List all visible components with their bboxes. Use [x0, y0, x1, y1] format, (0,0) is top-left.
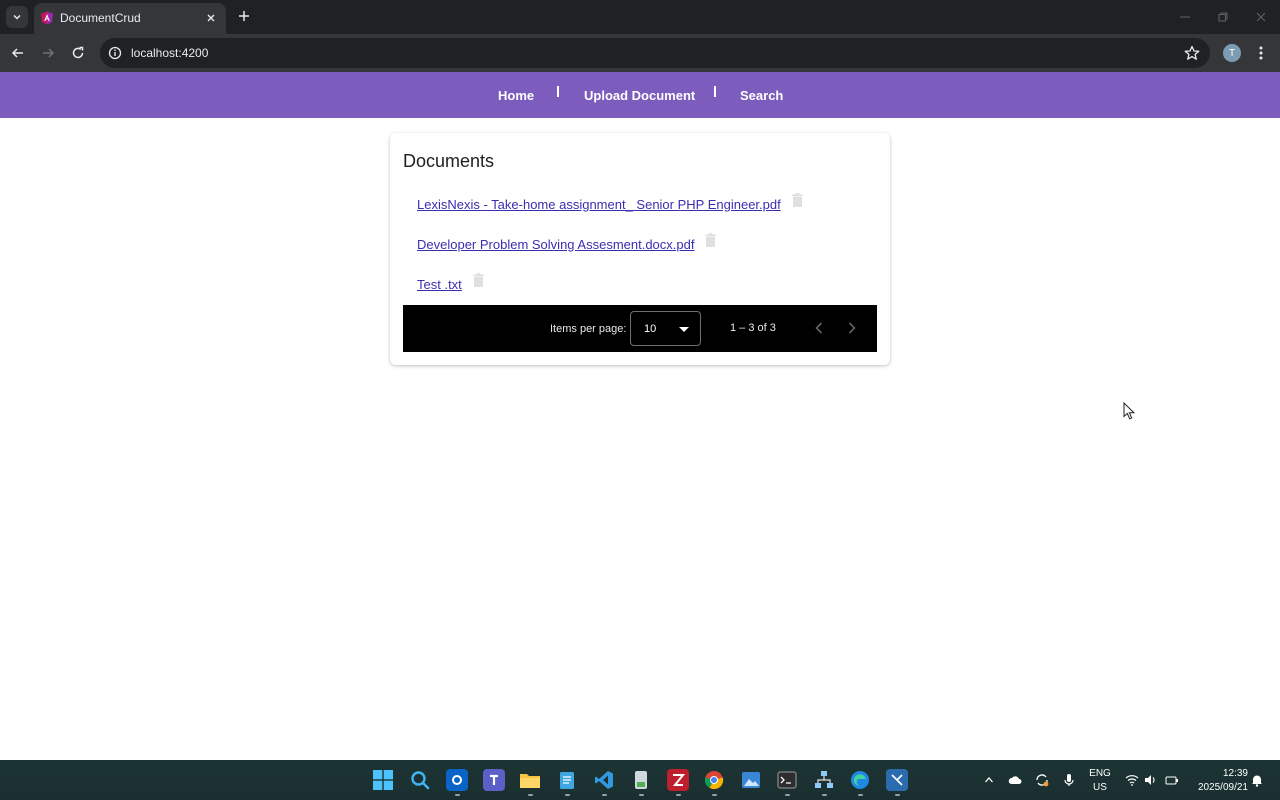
- close-window-button[interactable]: [1242, 0, 1280, 34]
- clock-date: 2025/09/21: [1197, 782, 1248, 793]
- windows-start-icon[interactable]: [372, 769, 394, 791]
- minimize-button[interactable]: [1166, 0, 1204, 34]
- tab-search-button[interactable]: [6, 6, 28, 28]
- network-app-icon[interactable]: [813, 769, 835, 791]
- documents-card: Documents LexisNexis - Take-home assignm…: [390, 133, 890, 365]
- plus-icon: [239, 11, 249, 21]
- profile-avatar[interactable]: T: [1223, 44, 1241, 62]
- document-link[interactable]: LexisNexis - Take-home assignment_ Senio…: [417, 197, 781, 212]
- angular-logo-icon: [41, 11, 53, 25]
- document-link[interactable]: Developer Problem Solving Assesment.docx…: [417, 237, 694, 252]
- running-indicator: [895, 794, 900, 796]
- search-icon[interactable]: [409, 769, 431, 791]
- back-button[interactable]: [7, 42, 29, 64]
- vscode-icon[interactable]: [593, 769, 615, 791]
- battery-icon[interactable]: [1165, 773, 1179, 787]
- app-navbar: Home Upload Document Search: [0, 72, 1280, 118]
- browser-menu-button[interactable]: [1252, 42, 1270, 64]
- running-indicator: [712, 794, 717, 796]
- bookmark-star-icon[interactable]: [1184, 45, 1200, 61]
- photos-icon[interactable]: [740, 769, 762, 791]
- new-tab-button[interactable]: [234, 6, 254, 26]
- running-indicator: [822, 794, 827, 796]
- document-link[interactable]: Test .txt: [417, 277, 462, 292]
- remote-desktop-icon[interactable]: [886, 769, 908, 791]
- notification-bell-icon[interactable]: [1250, 773, 1264, 787]
- volume-icon[interactable]: [1144, 773, 1158, 787]
- file-explorer-icon[interactable]: [519, 769, 541, 791]
- dropdown-arrow-icon: [679, 327, 689, 332]
- tab-title: DocumentCrud: [60, 11, 141, 25]
- running-indicator: [565, 794, 570, 796]
- browser-tab-active[interactable]: DocumentCrud: [34, 3, 226, 34]
- running-indicator: [602, 794, 607, 796]
- items-per-page-label: Items per page:: [550, 323, 627, 335]
- paginator: Items per page: 10 1 – 3 of 3: [403, 305, 877, 352]
- running-indicator: [639, 794, 644, 796]
- mouse-cursor-icon: [1123, 402, 1135, 420]
- minimize-icon: [1180, 16, 1190, 18]
- trash-icon[interactable]: [472, 273, 484, 287]
- items-per-page-select[interactable]: 10: [630, 311, 701, 346]
- wifi-icon[interactable]: [1125, 773, 1139, 787]
- sync-icon[interactable]: [1035, 773, 1049, 787]
- outlook-icon[interactable]: [446, 769, 468, 791]
- onedrive-cloud-icon[interactable]: [1008, 773, 1022, 787]
- forward-button[interactable]: [37, 42, 59, 64]
- close-icon: [207, 14, 215, 22]
- close-icon: [1256, 12, 1266, 22]
- address-url: localhost:4200: [131, 46, 209, 60]
- chevron-left-icon: [815, 322, 823, 334]
- running-indicator: [528, 794, 533, 796]
- previous-page-button[interactable]: [811, 320, 827, 336]
- nav-link-upload-document[interactable]: Upload Document: [584, 88, 695, 103]
- next-page-button[interactable]: [844, 320, 860, 336]
- nav-link-home[interactable]: Home: [498, 88, 534, 103]
- chrome-icon[interactable]: [703, 769, 725, 791]
- chevron-up-icon[interactable]: [982, 773, 996, 787]
- chevron-down-icon: [13, 14, 21, 20]
- address-bar[interactable]: localhost:4200: [100, 38, 1210, 68]
- teams-icon[interactable]: [483, 769, 505, 791]
- nav-link-search[interactable]: Search: [740, 88, 783, 103]
- restore-button[interactable]: [1204, 0, 1242, 34]
- edge-icon[interactable]: [849, 769, 871, 791]
- nav-divider: [714, 86, 716, 97]
- card-title: Documents: [403, 151, 495, 171]
- terminal-icon[interactable]: [776, 769, 798, 791]
- reload-button[interactable]: [67, 42, 89, 64]
- restore-icon: [1218, 12, 1228, 22]
- list-item: LexisNexis - Take-home assignment_ Senio…: [417, 192, 803, 216]
- arrow-left-icon: [11, 48, 23, 58]
- trash-icon[interactable]: [705, 233, 717, 247]
- running-indicator: [785, 794, 790, 796]
- list-item: Developer Problem Solving Assesment.docx…: [417, 232, 717, 256]
- browser-toolbar: localhost:4200: [0, 34, 1280, 72]
- browser-tabstrip: DocumentCrud: [0, 0, 1280, 34]
- language-indicator[interactable]: ENG: [1088, 768, 1112, 779]
- running-indicator: [858, 794, 863, 796]
- trash-icon[interactable]: [791, 193, 803, 207]
- notepad-icon[interactable]: [556, 769, 578, 791]
- reload-icon: [72, 46, 84, 59]
- database-app-icon[interactable]: [630, 769, 652, 791]
- clock-time[interactable]: 12:39: [1188, 768, 1248, 779]
- window-controls: [1166, 0, 1280, 34]
- list-item: Test .txt: [417, 272, 484, 296]
- arrow-right-icon: [43, 48, 55, 58]
- page-range-label: 1 – 3 of 3: [730, 322, 776, 334]
- running-indicator: [455, 794, 460, 796]
- tab-close-button[interactable]: [202, 9, 220, 27]
- microphone-icon[interactable]: [1062, 773, 1076, 787]
- site-info-icon[interactable]: [108, 46, 122, 60]
- running-indicator: [676, 794, 681, 796]
- nav-divider: [557, 86, 559, 97]
- chevron-right-icon: [848, 322, 856, 334]
- windows-taskbar: ENG US 12:39 2025/09/21: [0, 760, 1280, 800]
- region-indicator: US: [1093, 782, 1107, 793]
- items-per-page-value: 10: [644, 323, 657, 335]
- more-vertical-icon: [1259, 46, 1263, 60]
- filezilla-icon[interactable]: [667, 769, 689, 791]
